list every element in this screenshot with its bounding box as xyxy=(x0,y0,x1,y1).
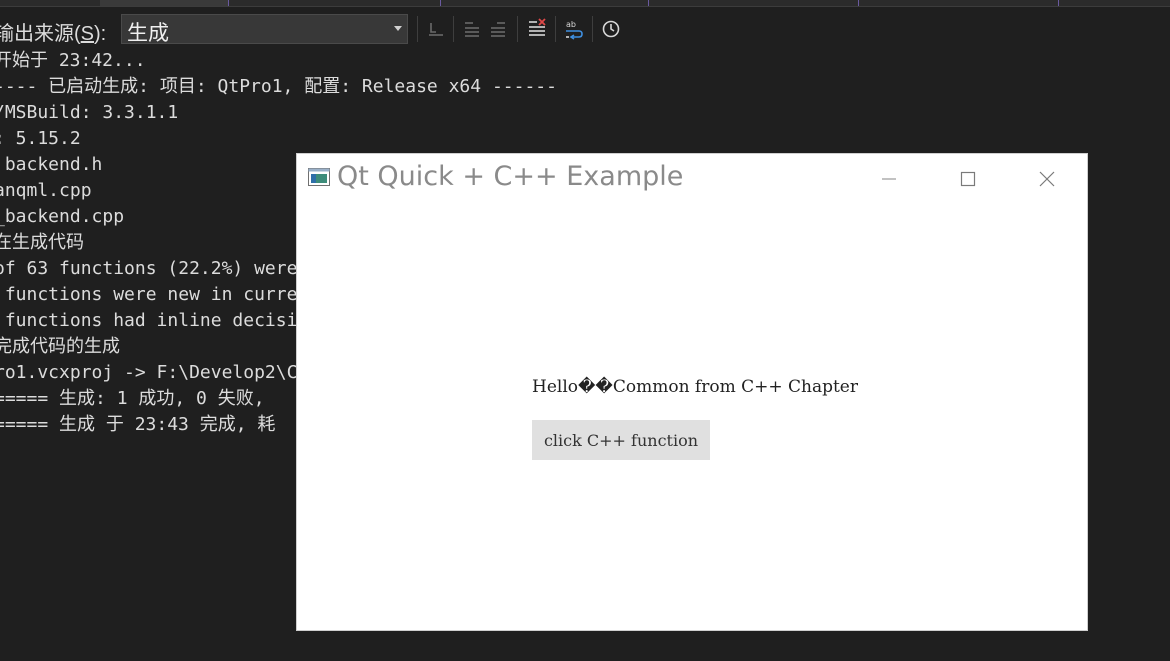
toolbar-separator xyxy=(417,16,418,42)
document-tab[interactable] xyxy=(100,0,229,6)
document-tab-strip xyxy=(0,0,1170,7)
app-window-icon xyxy=(308,168,330,186)
document-tab[interactable] xyxy=(440,0,649,6)
output-source-label: 输出来源(S): xyxy=(0,23,107,45)
console-line: _backend.cpp xyxy=(0,206,125,227)
toolbar-separator xyxy=(592,16,593,42)
output-source-dropdown[interactable]: 生成 xyxy=(121,14,408,45)
svg-text:ab: ab xyxy=(566,20,576,29)
window-title: Qt Quick + C++ Example xyxy=(337,161,684,192)
console-line: ro1.vcxproj -> F:\Develop2\C xyxy=(0,362,298,383)
output-toolbar: 输出来源(S): 生成 ab xyxy=(0,8,1170,48)
console-line: 完成代码的生成 xyxy=(0,336,120,357)
toolbar-separator xyxy=(453,16,454,42)
toggle-word-wrap-icon: ab xyxy=(566,20,583,40)
console-line: 开始于 23:42... xyxy=(0,50,146,71)
screen: 输出来源(S): 生成 ab 开始于 23:42... ---- 已启动生成: … xyxy=(0,0,1170,661)
close-icon xyxy=(1039,171,1055,187)
document-tab[interactable] xyxy=(858,0,1059,6)
find-message-icon xyxy=(429,23,443,36)
console-line: 在生成代码 xyxy=(0,232,84,253)
console-line: of 63 functions (22.2%) were xyxy=(0,258,298,279)
qt-example-window[interactable]: Qt Quick + C++ Example Hello��Common fro… xyxy=(297,154,1087,630)
minimize-button[interactable] xyxy=(866,164,912,194)
close-button[interactable] xyxy=(1024,164,1070,194)
hello-text: Hello��Common from C++ Chapter xyxy=(532,377,858,397)
toolbar-separator xyxy=(517,16,518,42)
window-content: Hello��Common from C++ Chapter click C++… xyxy=(297,204,1087,630)
console-line: ===== 生成 于 23:43 完成, 耗 xyxy=(0,414,276,435)
toggle-word-wrap-button[interactable]: ab xyxy=(562,17,586,41)
find-message-button[interactable] xyxy=(424,17,448,41)
click-cpp-function-button[interactable]: click C++ function xyxy=(532,420,710,460)
console-line: functions were new in curre xyxy=(0,284,298,305)
minimize-icon xyxy=(882,178,896,180)
toolbar-separator xyxy=(555,16,556,42)
console-line: ---- 已启动生成: 项目: QtPro1, 配置: Release x64 … xyxy=(0,76,557,97)
next-message-icon xyxy=(491,22,505,37)
maximize-icon xyxy=(960,171,976,187)
clear-all-button[interactable] xyxy=(525,17,549,41)
show-timestamp-icon xyxy=(602,20,620,38)
console-line: backend.h xyxy=(0,154,103,175)
window-titlebar[interactable]: Qt Quick + C++ Example xyxy=(297,154,1087,204)
maximize-button[interactable] xyxy=(945,164,991,194)
chevron-down-icon xyxy=(394,26,402,31)
console-line: ===== 生成: 1 成功, 0 失败, xyxy=(0,388,265,409)
document-tab[interactable] xyxy=(648,0,859,6)
document-tab[interactable] xyxy=(228,0,441,6)
console-line: /MSBuild: 3.3.1.1 xyxy=(0,102,179,123)
console-line: : 5.15.2 xyxy=(0,128,81,149)
next-message-button[interactable] xyxy=(486,17,510,41)
console-line: anqml.cpp xyxy=(0,180,92,201)
show-timestamp-button[interactable] xyxy=(599,17,623,41)
console-line: functions had inline decisi xyxy=(0,310,298,331)
output-source-value: 生成 xyxy=(127,22,169,45)
previous-message-icon xyxy=(465,22,479,37)
previous-message-button[interactable] xyxy=(460,17,484,41)
clear-all-icon xyxy=(529,18,546,36)
